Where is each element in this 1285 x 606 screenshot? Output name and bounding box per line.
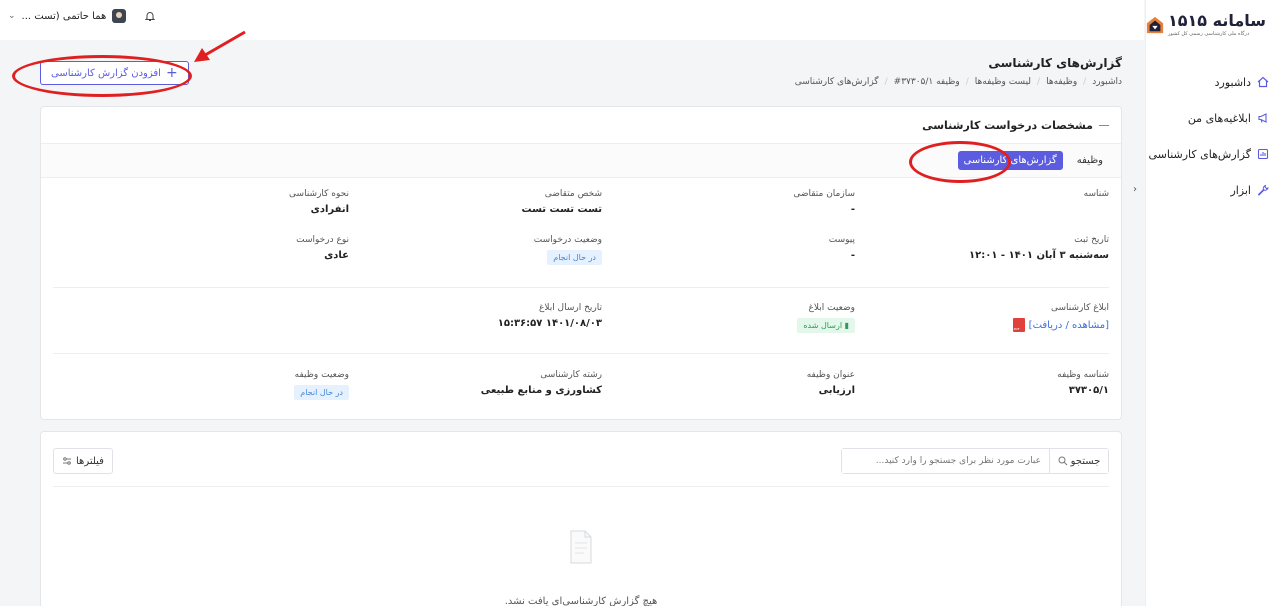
user-menu[interactable]: ⌄ هما حاتمی (تست ...	[8, 9, 156, 23]
divider	[53, 486, 1109, 487]
pdf-icon	[1012, 318, 1025, 332]
field-label: وضعیت وظیفه	[294, 370, 349, 380]
sidebar-item-label: گزارش‌های کارشناسی	[1148, 147, 1251, 161]
request-details-card: مشخصات درخواست کارشناسی وظیفه گزارش‌های …	[40, 106, 1122, 420]
divider	[53, 353, 1109, 354]
search-icon	[1058, 456, 1067, 466]
sidebar-item-label: ابلاغیه‌های من	[1187, 111, 1251, 125]
empty-state-text: هیچ گزارش کارشناسی‌ای یافت نشد.	[504, 596, 658, 606]
breadcrumb-separator: /	[965, 77, 969, 87]
megaphone-icon	[1258, 113, 1267, 123]
add-report-button[interactable]: + افزودن گزارش کارشناسی	[40, 61, 189, 85]
field-label: عنوان وظیفه	[806, 370, 855, 380]
tool-icon	[1257, 184, 1269, 196]
search-input[interactable]	[842, 449, 1050, 473]
field-value: -	[850, 250, 855, 261]
breadcrumb: داشبورد / وظیفه‌ها / لیست وظیفه‌ها / وظی…	[795, 77, 1122, 87]
field-label: پیوست	[828, 235, 855, 245]
breadcrumb-item[interactable]: وظیفه ۳۷۳۰۵/۱#	[894, 77, 960, 87]
avatar	[112, 9, 127, 23]
breadcrumb-current: گزارش‌های کارشناسی	[794, 77, 879, 87]
breadcrumb-item[interactable]: داشبورد	[1092, 77, 1122, 87]
tab-reports[interactable]: گزارش‌های کارشناسی	[957, 151, 1063, 170]
field-value: کشاورزی و منابع طبیعی	[480, 385, 602, 396]
brand-name: سامانه ۱۵۱۵	[1168, 11, 1266, 30]
field-value: عادی	[324, 250, 349, 261]
field-label: شناسه وظیفه	[1057, 370, 1109, 380]
field-label: ابلاغ کارشناسی	[1050, 303, 1109, 313]
field-value: تست تست تست	[521, 204, 602, 215]
field-label: تاریخ ثبت	[1074, 235, 1109, 245]
link-text: [مشاهده / دریافت]	[1028, 319, 1109, 331]
field-label: وضعیت درخواست	[533, 235, 602, 245]
breadcrumb-separator: /	[1083, 77, 1087, 87]
breadcrumb-item[interactable]: لیست وظیفه‌ها	[975, 77, 1031, 87]
main-content: گزارش‌های کارشناسی داشبورد / وظیفه‌ها / …	[0, 40, 1144, 606]
chevron-down-icon: ⌄	[8, 11, 16, 21]
logo-house-icon	[1146, 16, 1164, 34]
report-icon	[1257, 148, 1269, 160]
card-title: مشخصات درخواست کارشناسی	[922, 118, 1093, 132]
field-label: نحوه کارشناسی	[289, 189, 349, 199]
sidebar-item-label: ابزار	[1230, 183, 1251, 197]
status-text: ارسال شده	[803, 321, 843, 330]
field-label: وضعیت ابلاغ	[808, 303, 856, 313]
card-header: مشخصات درخواست کارشناسی	[41, 107, 1121, 144]
breadcrumb-item[interactable]: وظیفه‌ها	[1046, 77, 1077, 87]
field-label: شخص متقاضی	[544, 189, 602, 199]
reports-list-card: جستجو فیلترها هیچ گزارش کارشناسی‌ای یافت…	[40, 431, 1122, 606]
sidebar: سامانه ۱۵۱۵ درگاه ملی کارشناسی رسمی کل ک…	[1145, 0, 1285, 606]
details-tabs: وظیفه گزارش‌های کارشناسی	[41, 144, 1121, 178]
divider	[53, 287, 1109, 288]
field-value: سه‌شنبه ۳ آبان ۱۴۰۱ - ۱۲:۰۱	[969, 250, 1109, 261]
breadcrumb-separator: /	[884, 77, 888, 87]
status-badge: در حال انجام	[294, 385, 349, 400]
sidebar-nav: داشبورد ابلاغیه‌های من گزارش‌های کارشناس…	[1146, 64, 1285, 208]
bell-icon[interactable]	[144, 10, 156, 22]
sliders-icon	[63, 457, 71, 465]
page-title: گزارش‌های کارشناسی	[988, 56, 1122, 70]
field-label: تاریخ ارسال ابلاغ	[538, 303, 602, 313]
search-label: جستجو	[1070, 455, 1101, 467]
search-box: جستجو	[841, 448, 1109, 474]
field-value: ارزیابی	[818, 385, 855, 396]
brand-subtitle: درگاه ملی کارشناسی رسمی کل کشور	[1168, 31, 1250, 37]
search-button[interactable]: جستجو	[1050, 449, 1108, 473]
user-name: هما حاتمی (تست ...	[21, 10, 107, 22]
status-badge: ▮ ارسال شده	[797, 318, 855, 333]
filters-button[interactable]: فیلترها	[53, 448, 113, 474]
add-report-label: افزودن گزارش کارشناسی	[51, 67, 161, 79]
field-value: -	[850, 204, 855, 215]
home-icon	[1257, 76, 1269, 88]
sidebar-item-notices[interactable]: ابلاغیه‌های من	[1146, 100, 1285, 136]
status-badge: در حال انجام	[547, 250, 602, 265]
sidebar-item-label: داشبورد	[1214, 75, 1251, 89]
plus-icon: +	[165, 65, 178, 81]
brand-logo[interactable]: سامانه ۱۵۱۵ درگاه ملی کارشناسی رسمی کل ک…	[1146, 0, 1285, 44]
filters-label: فیلترها	[76, 455, 104, 467]
header-dash	[1099, 124, 1109, 126]
field-value: ۳۷۳۰۵/۱	[1068, 385, 1109, 396]
sent-icon: ▮	[842, 321, 849, 330]
sidebar-item-tools[interactable]: ابزار	[1146, 172, 1285, 208]
field-label: نوع درخواست	[296, 235, 349, 245]
field-label: سازمان متقاضی	[793, 189, 855, 199]
sidebar-item-reports[interactable]: گزارش‌های کارشناسی	[1146, 136, 1285, 172]
field-label: رشته کارشناسی	[540, 370, 602, 380]
breadcrumb-separator: /	[1037, 77, 1041, 87]
empty-document-icon	[570, 530, 592, 564]
field-value: انفرادی	[310, 204, 349, 215]
notice-download-link[interactable]: [مشاهده / دریافت]	[1012, 318, 1109, 332]
field-label: شناسه	[1083, 189, 1109, 199]
topbar: ⌄ هما حاتمی (تست ...	[0, 0, 1144, 40]
field-value: ۱۴۰۱/۰۸/۰۳ ۱۵:۳۶:۵۷	[497, 318, 602, 329]
tab-task[interactable]: وظیفه	[1071, 151, 1109, 170]
sidebar-item-dashboard[interactable]: داشبورد	[1146, 64, 1285, 100]
